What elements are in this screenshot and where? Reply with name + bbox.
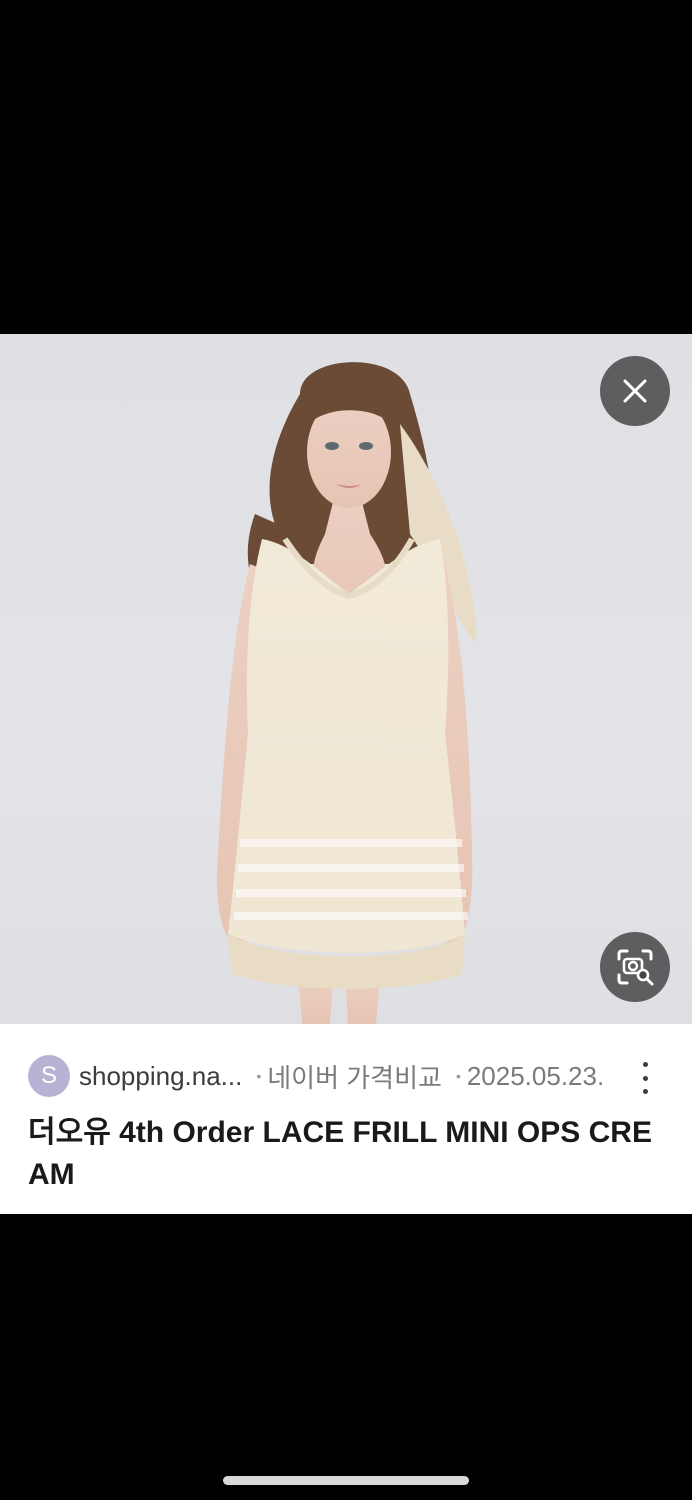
more-vertical-icon-dot <box>642 1062 648 1067</box>
product-photo <box>216 362 477 1024</box>
result-title[interactable]: 더오유 4th Order LACE FRILL MINI OPS CREAM <box>28 1112 668 1196</box>
result-meta-row: S shopping.na... • 네이버 가격비교 • 2025.05.23… <box>28 1054 674 1098</box>
more-options-button[interactable] <box>630 1062 660 1094</box>
home-indicator[interactable] <box>223 1476 469 1485</box>
meta-separator: • <box>256 1068 262 1084</box>
close-icon <box>623 379 647 403</box>
result-info-card[interactable]: S shopping.na... • 네이버 가격비교 • 2025.05.23… <box>0 1024 692 1214</box>
meta-separator: • <box>455 1068 461 1084</box>
more-vertical-icon-dot <box>642 1089 648 1094</box>
close-button[interactable] <box>600 356 670 426</box>
product-image-viewer[interactable] <box>0 334 692 1024</box>
more-vertical-icon-dot <box>642 1075 648 1081</box>
image-search-icon <box>617 949 654 986</box>
source-label: 네이버 가격비교 <box>267 1062 442 1093</box>
result-date: 2025.05.23. <box>466 1060 605 1091</box>
top-black-area <box>0 0 692 330</box>
source-site-link[interactable]: shopping.na... <box>79 1061 242 1092</box>
image-search-button[interactable] <box>600 932 670 1002</box>
source-favicon: S <box>28 1055 70 1097</box>
